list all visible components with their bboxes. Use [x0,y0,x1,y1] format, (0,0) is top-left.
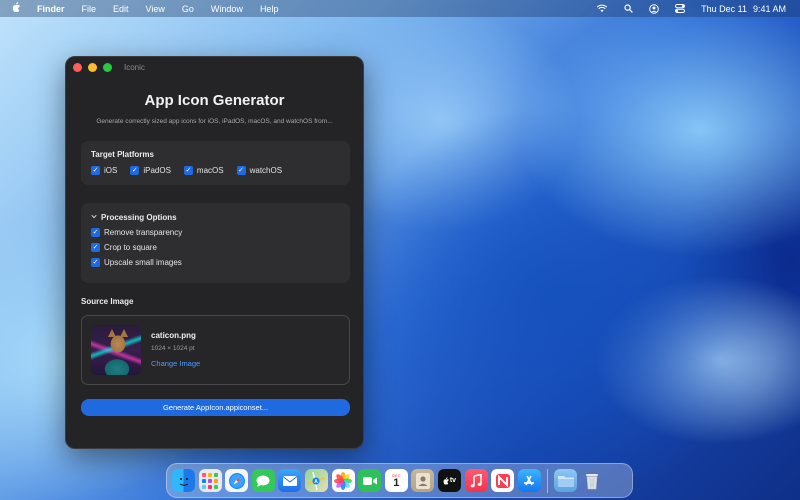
svg-text:A: A [315,479,319,485]
clock-date: Thu Dec 11 [701,3,747,14]
user-icon[interactable] [649,3,659,14]
checkbox-label: iOS [104,166,118,175]
source-image-label: Source Image [81,297,134,306]
dock: A DEC 1 tv [166,463,633,498]
checkmark-icon[interactable]: ✓ [91,166,100,175]
dock-separator [547,468,549,493]
checkmark-icon[interactable]: ✓ [91,258,100,267]
checkbox-ipados[interactable]: ✓ iPadOS [130,166,171,175]
menu-edit[interactable]: Edit [113,4,129,14]
page-title: App Icon Generator [144,92,285,109]
checkbox-label: Upscale small images [104,258,182,267]
source-file-name: caticon.png [151,331,196,340]
checkbox-label: Remove transparency [104,228,183,237]
dock-mail-icon[interactable] [278,469,302,492]
search-icon[interactable] [623,4,633,14]
change-image-link[interactable]: Change Image [151,359,200,368]
control-center-icon[interactable] [675,4,686,14]
checkbox-label: Crop to square [104,243,157,252]
target-platforms-title: Target Platforms [91,150,154,159]
dock-music-icon[interactable] [464,469,488,492]
apple-menu-icon[interactable] [12,2,21,15]
processing-options-card: Processing Options ✓ Remove transparency… [81,203,350,283]
dock-launchpad-icon[interactable] [198,469,222,492]
checkbox-label: watchOS [249,166,283,175]
dock-tv-icon[interactable]: tv [437,469,461,492]
tv-label: tv [449,477,457,484]
generate-button[interactable]: Generate AppIcon.appiconset... [81,399,350,416]
menu-bar-clock[interactable]: Thu Dec 11 9:41 AM [701,4,786,14]
source-file-dimensions: 1024 × 1024 pt [151,345,195,352]
page-subtitle: Generate correctly sized app icons for i… [96,118,333,125]
checkbox-label: iPadOS [143,166,171,175]
checkbox-remove-transparency[interactable]: ✓ Remove transparency [91,228,340,237]
app-window: Iconic App Icon Generator Generate corre… [65,56,364,449]
calendar-day-label: 1 [393,476,400,489]
checkmark-icon[interactable]: ✓ [236,166,246,175]
dock-appstore-icon[interactable] [517,469,541,492]
dock-safari-icon[interactable] [225,469,249,492]
menu-view[interactable]: View [146,4,165,14]
close-button[interactable] [73,62,82,72]
menu-go[interactable]: Go [182,4,194,14]
checkbox-crop-to-square[interactable]: ✓ Crop to square [91,243,340,252]
zoom-button[interactable] [103,62,112,72]
checkbox-macos[interactable]: ✓ macOS [183,166,224,175]
dock-messages-icon[interactable] [251,469,275,492]
menu-help[interactable]: Help [260,4,279,14]
dock-photos-icon[interactable] [331,469,355,492]
dock-finder-icon[interactable] [172,469,195,492]
cat-ear-shape [108,329,116,337]
checkbox-upscale-small-images[interactable]: ✓ Upscale small images [91,258,340,267]
wifi-icon[interactable] [597,4,608,14]
window-title: Iconic [124,62,145,72]
window-titlebar[interactable]: Iconic [66,57,363,77]
menu-bar: Finder File Edit View Go Window Help Thu… [0,0,800,17]
clock-time: 9:41 AM [752,3,786,14]
menu-app-name[interactable]: Finder [37,4,65,14]
cat-thumbnail-image [91,325,141,375]
dock-news-icon[interactable] [491,469,515,492]
dock-maps-icon[interactable]: A [304,469,328,492]
checkmark-icon[interactable]: ✓ [91,243,100,252]
dock-facetime-icon[interactable] [358,469,382,492]
processing-options-disclosure[interactable]: Processing Options [91,213,340,222]
checkbox-watchos[interactable]: ✓ watchOS [236,166,283,175]
menu-file[interactable]: File [82,4,97,14]
checkbox-label: macOS [196,166,224,175]
dock-downloads-folder-icon[interactable] [554,469,578,492]
cat-ear-shape [120,329,128,337]
checkbox-ios[interactable]: ✓ iOS [91,166,117,175]
source-image-card[interactable]: caticon.png 1024 × 1024 pt Change Image [81,315,350,385]
chevron-down-icon[interactable] [91,214,97,221]
dock-contacts-icon[interactable] [411,469,435,492]
menu-window[interactable]: Window [211,4,243,14]
checkmark-icon[interactable]: ✓ [91,228,100,237]
processing-options-title: Processing Options [101,213,177,222]
target-platforms-card: Target Platforms ✓ iOS ✓ iPadOS ✓ macOS … [81,141,350,185]
checkmark-icon[interactable]: ✓ [183,166,193,175]
dock-trash-icon[interactable] [581,469,604,492]
checkmark-icon[interactable]: ✓ [130,166,140,175]
dock-calendar-icon[interactable]: DEC 1 [384,469,408,492]
minimize-button[interactable] [88,62,97,72]
